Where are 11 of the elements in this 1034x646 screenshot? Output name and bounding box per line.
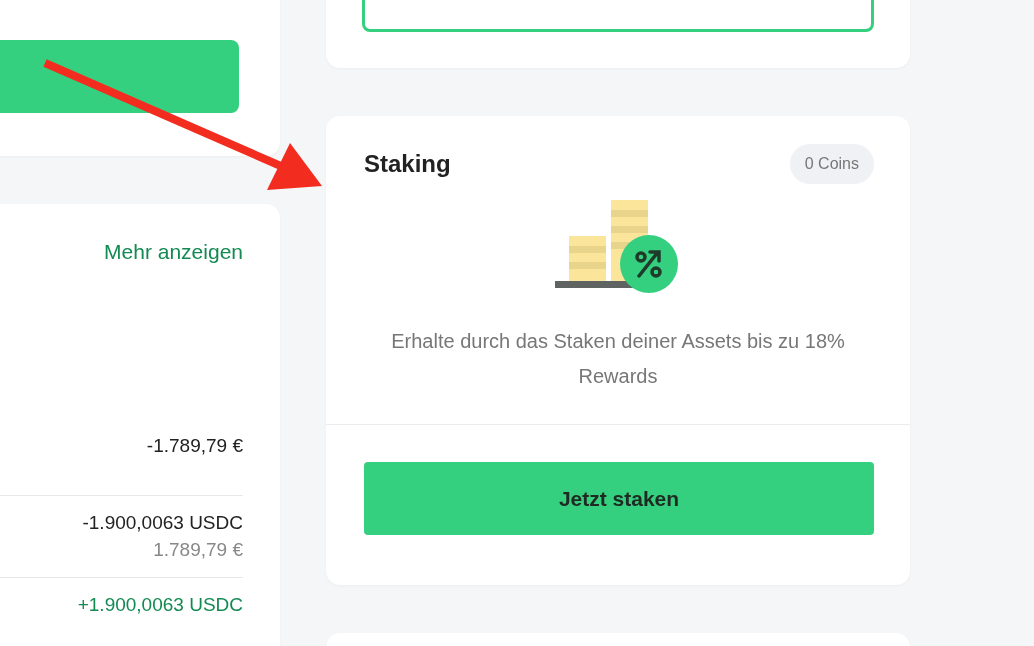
transaction-amount: -1.900,0063 USDC	[82, 512, 243, 534]
staking-description: Erhalte durch das Staken deiner Assets bis zu 18% Rewards	[390, 329, 846, 389]
show-more-link[interactable]: Mehr anzeigen	[104, 240, 243, 264]
primary-button[interactable]	[0, 40, 239, 113]
coins-badge: 0 Coins	[789, 144, 874, 184]
transaction-amount: +1.900,0063 USDC	[77, 594, 243, 616]
fiat-amount: 1.789,79 €	[153, 539, 243, 561]
card-title: Staking	[364, 150, 451, 178]
stake-button[interactable]: Jetzt staken	[364, 462, 874, 535]
total-amount: -1.789,79 €	[146, 435, 243, 458]
coin-stacks-icon	[555, 200, 681, 296]
